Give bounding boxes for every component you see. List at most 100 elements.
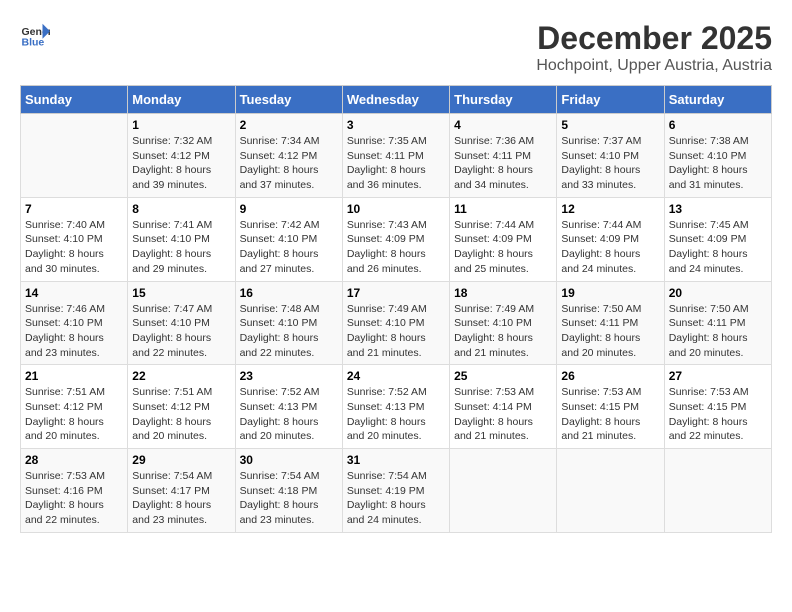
day-info: Sunrise: 7:52 AMSunset: 4:13 PMDaylight:… [240, 385, 338, 444]
header-day-wednesday: Wednesday [342, 86, 449, 114]
day-number: 9 [240, 202, 338, 216]
day-number: 12 [561, 202, 659, 216]
day-number: 26 [561, 369, 659, 383]
day-info: Sunrise: 7:49 AMSunset: 4:10 PMDaylight:… [347, 302, 445, 361]
calendar-cell: 15 Sunrise: 7:47 AMSunset: 4:10 PMDayligh… [128, 281, 235, 365]
day-number: 2 [240, 118, 338, 132]
day-number: 25 [454, 369, 552, 383]
header-day-monday: Monday [128, 86, 235, 114]
day-info: Sunrise: 7:53 AMSunset: 4:14 PMDaylight:… [454, 385, 552, 444]
calendar-week-row: 21 Sunrise: 7:51 AMSunset: 4:12 PMDayligh… [21, 365, 772, 449]
calendar-cell: 27Sunrise: 7:53 AMSunset: 4:15 PMDayligh… [664, 365, 771, 449]
day-number: 18 [454, 286, 552, 300]
day-info: Sunrise: 7:45 AMSunset: 4:09 PMDaylight:… [669, 218, 767, 277]
day-number: 22 [132, 369, 230, 383]
day-info: Sunrise: 7:42 AMSunset: 4:10 PMDaylight:… [240, 218, 338, 277]
day-info: Sunrise: 7:43 AMSunset: 4:09 PMDaylight:… [347, 218, 445, 277]
day-info: Sunrise: 7:52 AMSunset: 4:13 PMDaylight:… [347, 385, 445, 444]
day-number: 29 [132, 453, 230, 467]
day-number: 10 [347, 202, 445, 216]
calendar-cell [557, 449, 664, 533]
day-info: Sunrise: 7:38 AMSunset: 4:10 PMDaylight:… [669, 134, 767, 193]
day-number: 31 [347, 453, 445, 467]
header-day-friday: Friday [557, 86, 664, 114]
day-info: Sunrise: 7:50 AMSunset: 4:11 PMDaylight:… [669, 302, 767, 361]
day-number: 3 [347, 118, 445, 132]
calendar-cell: 29 Sunrise: 7:54 AMSunset: 4:17 PMDayligh… [128, 449, 235, 533]
day-number: 24 [347, 369, 445, 383]
day-number: 19 [561, 286, 659, 300]
calendar-week-row: 7Sunrise: 7:40 AMSunset: 4:10 PMDaylight… [21, 197, 772, 281]
day-number: 17 [347, 286, 445, 300]
calendar-cell: 7Sunrise: 7:40 AMSunset: 4:10 PMDaylight… [21, 197, 128, 281]
page-subtitle: Hochpoint, Upper Austria, Austria [536, 57, 772, 75]
calendar-cell [21, 114, 128, 198]
day-info: Sunrise: 7:35 AMSunset: 4:11 PMDaylight:… [347, 134, 445, 193]
calendar-cell: 13 Sunrise: 7:45 AMSunset: 4:09 PMDayligh… [664, 197, 771, 281]
calendar-cell: 21 Sunrise: 7:51 AMSunset: 4:12 PMDayligh… [21, 365, 128, 449]
day-info: Sunrise: 7:53 AMSunset: 4:16 PMDaylight:… [25, 469, 123, 528]
day-info: Sunrise: 7:44 AMSunset: 4:09 PMDaylight:… [561, 218, 659, 277]
day-info: Sunrise: 7:36 AMSunset: 4:11 PMDaylight:… [454, 134, 552, 193]
calendar-cell: 6 Sunrise: 7:38 AMSunset: 4:10 PMDaylight… [664, 114, 771, 198]
calendar-cell: 18 Sunrise: 7:49 AMSunset: 4:10 PMDayligh… [450, 281, 557, 365]
day-info: Sunrise: 7:37 AMSunset: 4:10 PMDaylight:… [561, 134, 659, 193]
day-number: 6 [669, 118, 767, 132]
calendar-week-row: 14Sunrise: 7:46 AMSunset: 4:10 PMDayligh… [21, 281, 772, 365]
day-info: Sunrise: 7:40 AMSunset: 4:10 PMDaylight:… [25, 218, 123, 277]
calendar-cell: 1 Sunrise: 7:32 AMSunset: 4:12 PMDaylight… [128, 114, 235, 198]
svg-text:Blue: Blue [22, 37, 45, 49]
day-number: 20 [669, 286, 767, 300]
calendar-cell: 12 Sunrise: 7:44 AMSunset: 4:09 PMDayligh… [557, 197, 664, 281]
day-number: 15 [132, 286, 230, 300]
day-number: 11 [454, 202, 552, 216]
page-header: General Blue December 2025 Hochpoint, Up… [20, 20, 772, 75]
calendar-cell: 11 Sunrise: 7:44 AMSunset: 4:09 PMDayligh… [450, 197, 557, 281]
logo: General Blue [20, 20, 50, 50]
day-info: Sunrise: 7:51 AMSunset: 4:12 PMDaylight:… [132, 385, 230, 444]
day-number: 21 [25, 369, 123, 383]
calendar-cell: 30Sunrise: 7:54 AMSunset: 4:18 PMDayligh… [235, 449, 342, 533]
day-info: Sunrise: 7:49 AMSunset: 4:10 PMDaylight:… [454, 302, 552, 361]
calendar-week-row: 28 Sunrise: 7:53 AMSunset: 4:16 PMDayligh… [21, 449, 772, 533]
day-number: 23 [240, 369, 338, 383]
calendar-cell [664, 449, 771, 533]
day-info: Sunrise: 7:41 AMSunset: 4:10 PMDaylight:… [132, 218, 230, 277]
calendar-cell: 28 Sunrise: 7:53 AMSunset: 4:16 PMDayligh… [21, 449, 128, 533]
day-number: 16 [240, 286, 338, 300]
calendar-cell: 9 Sunrise: 7:42 AMSunset: 4:10 PMDaylight… [235, 197, 342, 281]
header-day-thursday: Thursday [450, 86, 557, 114]
day-number: 5 [561, 118, 659, 132]
calendar-cell: 26Sunrise: 7:53 AMSunset: 4:15 PMDayligh… [557, 365, 664, 449]
day-number: 4 [454, 118, 552, 132]
calendar-header-row: SundayMondayTuesdayWednesdayThursdayFrid… [21, 86, 772, 114]
header-day-tuesday: Tuesday [235, 86, 342, 114]
day-number: 13 [669, 202, 767, 216]
calendar-table: SundayMondayTuesdayWednesdayThursdayFrid… [20, 85, 772, 533]
day-info: Sunrise: 7:54 AMSunset: 4:19 PMDaylight:… [347, 469, 445, 528]
day-number: 14 [25, 286, 123, 300]
day-number: 30 [240, 453, 338, 467]
calendar-cell [450, 449, 557, 533]
day-info: Sunrise: 7:48 AMSunset: 4:10 PMDaylight:… [240, 302, 338, 361]
title-area: December 2025 Hochpoint, Upper Austria, … [536, 20, 772, 75]
day-number: 1 [132, 118, 230, 132]
day-info: Sunrise: 7:51 AMSunset: 4:12 PMDaylight:… [25, 385, 123, 444]
calendar-cell: 24 Sunrise: 7:52 AMSunset: 4:13 PMDayligh… [342, 365, 449, 449]
calendar-cell: 31 Sunrise: 7:54 AMSunset: 4:19 PMDayligh… [342, 449, 449, 533]
day-info: Sunrise: 7:34 AMSunset: 4:12 PMDaylight:… [240, 134, 338, 193]
calendar-cell: 22 Sunrise: 7:51 AMSunset: 4:12 PMDayligh… [128, 365, 235, 449]
day-info: Sunrise: 7:47 AMSunset: 4:10 PMDaylight:… [132, 302, 230, 361]
calendar-cell: 17 Sunrise: 7:49 AMSunset: 4:10 PMDayligh… [342, 281, 449, 365]
calendar-week-row: 1 Sunrise: 7:32 AMSunset: 4:12 PMDaylight… [21, 114, 772, 198]
day-info: Sunrise: 7:54 AMSunset: 4:17 PMDaylight:… [132, 469, 230, 528]
day-info: Sunrise: 7:44 AMSunset: 4:09 PMDaylight:… [454, 218, 552, 277]
day-number: 27 [669, 369, 767, 383]
calendar-cell: 14Sunrise: 7:46 AMSunset: 4:10 PMDayligh… [21, 281, 128, 365]
logo-icon: General Blue [20, 20, 50, 50]
day-number: 28 [25, 453, 123, 467]
calendar-cell: 3 Sunrise: 7:35 AMSunset: 4:11 PMDaylight… [342, 114, 449, 198]
calendar-cell: 4 Sunrise: 7:36 AMSunset: 4:11 PMDaylight… [450, 114, 557, 198]
day-info: Sunrise: 7:32 AMSunset: 4:12 PMDaylight:… [132, 134, 230, 193]
calendar-cell: 10 Sunrise: 7:43 AMSunset: 4:09 PMDayligh… [342, 197, 449, 281]
